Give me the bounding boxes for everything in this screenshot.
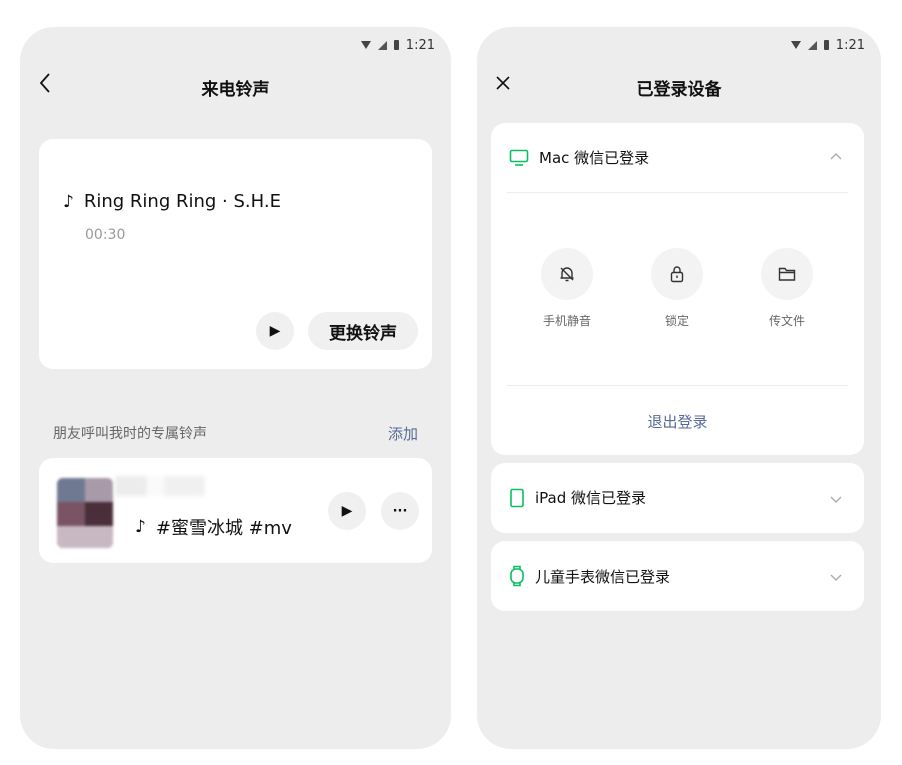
status-time: 1:21 [835,37,865,53]
more-button[interactable]: ··· [381,492,419,530]
page-title: 来电铃声 [201,80,270,100]
device-header-ipad[interactable]: iPad 微信已登录 [509,487,646,508]
folder-icon [778,267,796,281]
chevron-up-icon[interactable] [830,149,842,164]
bell-off-icon [560,267,574,282]
lock-icon [670,266,684,283]
page-title: 已登录设备 [636,80,722,100]
ringtone-screen: 1:21 来电铃声 ♪ Ring Ring Ring · S.H.E 00:30… [20,27,451,749]
ringtone-song-row: ♪ Ring Ring Ring · S.H.E [63,191,281,212]
device-card-mac: Mac 微信已登录 手机静音 锁定 传文件 退出登录 [491,123,864,455]
music-note-icon: ♪ [135,517,146,537]
device-label: 儿童手表微信已登录 [535,567,671,586]
divider [507,192,848,193]
friend-song-row: ♪ #蜜雪冰城 #mv [135,514,292,540]
add-button[interactable]: 添加 [388,423,418,444]
chevron-down-icon[interactable] [830,493,842,508]
monitor-icon [509,149,529,166]
ringtone-duration: 00:30 [85,227,126,243]
signal-icon [377,40,387,50]
battery-icon [393,40,399,50]
watch-icon [510,565,524,587]
device-header-watch[interactable]: 儿童手表微信已登录 [509,565,670,587]
avatar [57,478,113,548]
tablet-icon [510,488,524,507]
signal-icon [807,40,817,50]
play-icon: ▶ [269,323,281,339]
logged-devices-screen: 1:21 已登录设备 Mac 微信已登录 手机静音 锁定 传文件 退出登录 iP… [477,27,881,749]
current-ringtone-card: ♪ Ring Ring Ring · S.H.E 00:30 ▶ 更换铃声 [39,139,432,369]
action-label: 传文件 [768,314,805,328]
mute-phone-action[interactable]: 手机静音 [527,248,607,329]
change-ringtone-button[interactable]: 更换铃声 [308,312,418,350]
ringtone-song-title: Ring Ring Ring · S.H.E [83,191,281,212]
friend-song-title: #蜜雪冰城 #mv [155,518,292,539]
friends-ringtone-label: 朋友呼叫我时的专属铃声 [53,426,207,442]
friend-ringtone-item[interactable]: ♪ #蜜雪冰城 #mv ▶ ··· [39,458,432,563]
status-bar: 1:21 [790,37,865,53]
play-button[interactable]: ▶ [256,312,294,350]
device-label: Mac 微信已登录 [539,149,650,167]
device-label: iPad 微信已登录 [535,489,647,507]
device-card-watch[interactable]: 儿童手表微信已登录 [491,541,864,611]
status-bar: 1:21 [360,37,435,53]
lock-action[interactable]: 锁定 [637,248,717,329]
chevron-down-icon[interactable] [830,571,842,586]
wifi-icon [790,41,801,49]
divider [507,385,848,386]
friend-play-button[interactable]: ▶ [328,492,366,530]
music-note-icon: ♪ [63,191,74,212]
wifi-icon [360,41,371,49]
logout-button[interactable]: 退出登录 [491,411,864,432]
more-icon: ··· [392,503,408,519]
battery-icon [823,40,829,50]
transfer-file-action[interactable]: 传文件 [747,248,827,329]
device-card-ipad[interactable]: iPad 微信已登录 [491,463,864,533]
play-icon: ▶ [341,503,353,519]
status-time: 1:21 [405,37,435,53]
friend-name-blurred [115,476,205,496]
action-label: 手机静音 [542,314,591,328]
action-label: 锁定 [664,314,689,328]
device-header-mac[interactable]: Mac 微信已登录 [509,147,649,168]
